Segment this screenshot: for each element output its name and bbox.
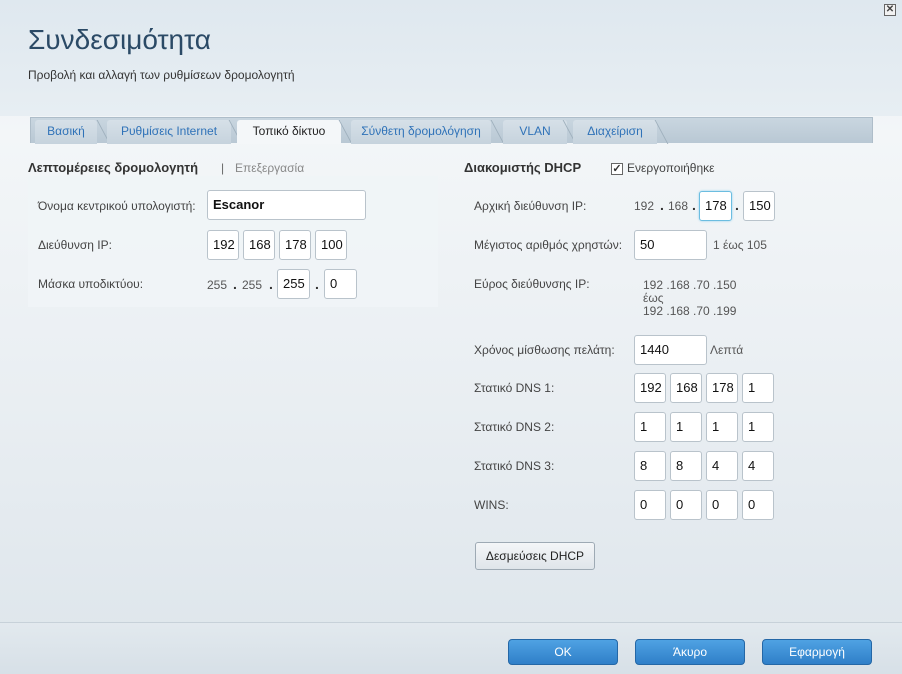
start-ip-octet-1: 192 bbox=[634, 199, 655, 213]
apply-button[interactable]: Εφαρμογή bbox=[762, 639, 872, 665]
close-icon[interactable]: ✕ bbox=[884, 4, 896, 16]
ip-range-label: Εύρος διεύθυνσης IP: bbox=[474, 277, 590, 291]
dns1-octet-4[interactable]: 1 bbox=[742, 373, 774, 403]
wins-octet-1[interactable]: 0 bbox=[634, 490, 666, 520]
dns2-octet-1[interactable]: 1 bbox=[634, 412, 666, 442]
dhcp-server-title: Διακομιστής DHCP bbox=[464, 160, 582, 175]
wins-octet-4[interactable]: 0 bbox=[742, 490, 774, 520]
wins-label: WINS: bbox=[474, 498, 509, 512]
hostname-label: Όνομα κεντρικού υπολογιστή: bbox=[38, 199, 196, 213]
max-users-range: 1 έως 105 bbox=[713, 238, 767, 252]
start-ip-octet-4[interactable]: 150 bbox=[743, 191, 775, 221]
mask-octet-2: 255 bbox=[242, 278, 263, 292]
ip-octet-1[interactable]: 192 bbox=[207, 230, 239, 260]
ip-address-label: Διεύθυνση IP: bbox=[38, 238, 112, 252]
header bbox=[0, 0, 902, 116]
dns2-label: Στατικό DNS 2: bbox=[474, 420, 555, 434]
edit-link[interactable]: Επεξεργασία bbox=[235, 161, 304, 175]
lease-time-unit: Λεπτά bbox=[710, 343, 744, 357]
dns1-label: Στατικό DNS 1: bbox=[474, 381, 555, 395]
dns3-label: Στατικό DNS 3: bbox=[474, 459, 555, 473]
page-subtitle: Προβολή και αλλαγή των ρυθμίσεων δρομολο… bbox=[28, 68, 295, 82]
title-separator: | bbox=[221, 161, 225, 175]
mask-octet-3[interactable]: 255 bbox=[277, 269, 310, 299]
start-ip-label: Αρχική διεύθυνση IP: bbox=[474, 199, 587, 213]
max-users-label: Μέγιστος αριθμός χρηστών: bbox=[474, 238, 623, 252]
dhcp-enabled-checkbox[interactable]: ✓ bbox=[611, 163, 623, 175]
dns1-octet-2[interactable]: 168 bbox=[670, 373, 702, 403]
ip-octet-2[interactable]: 168 bbox=[243, 230, 275, 260]
router-details-title: Λεπτομέρειες δρομολογητή bbox=[28, 160, 199, 175]
dns3-octet-4[interactable]: 4 bbox=[742, 451, 774, 481]
dot-separator: . bbox=[315, 276, 319, 292]
lease-time-label: Χρόνος μίσθωσης πελάτη: bbox=[474, 343, 615, 357]
ip-octet-3[interactable]: 178 bbox=[279, 230, 311, 260]
wins-octet-3[interactable]: 0 bbox=[706, 490, 738, 520]
ip-range-from: 192 .168 .70 .150 bbox=[643, 278, 737, 292]
ip-range-to: 192 .168 .70 .199 bbox=[643, 304, 737, 318]
dns2-octet-2[interactable]: 1 bbox=[670, 412, 702, 442]
tab-basic[interactable]: Βασική bbox=[35, 120, 97, 144]
tab-administration[interactable]: Διαχείριση bbox=[573, 120, 657, 144]
lease-time-input[interactable]: 1440 bbox=[634, 335, 707, 365]
tab-local-network[interactable]: Τοπικό δίκτυο bbox=[237, 120, 341, 144]
dot-separator: . bbox=[233, 276, 237, 292]
cancel-button[interactable]: Άκυρο bbox=[635, 639, 745, 665]
dhcp-reservations-button[interactable]: Δεσμεύσεις DHCP bbox=[475, 542, 595, 570]
tab-advanced-routing[interactable]: Σύνθετη δρομολόγηση bbox=[351, 120, 491, 144]
max-users-input[interactable]: 50 bbox=[634, 230, 707, 260]
start-ip-octet-3[interactable]: 178 bbox=[699, 191, 732, 221]
dot-separator: . bbox=[269, 276, 273, 292]
tab-internet-settings[interactable]: Ρυθμίσεις Internet bbox=[107, 120, 231, 144]
dns2-octet-4[interactable]: 1 bbox=[742, 412, 774, 442]
ip-octet-4[interactable]: 100 bbox=[315, 230, 347, 260]
page-title: Συνδεσιμότητα bbox=[28, 24, 211, 55]
tab-vlan[interactable]: VLAN bbox=[503, 120, 567, 144]
dot-separator: . bbox=[692, 197, 696, 213]
dns2-octet-3[interactable]: 1 bbox=[706, 412, 738, 442]
dot-separator: . bbox=[660, 197, 664, 213]
mask-octet-1: 255 bbox=[207, 278, 228, 292]
dns1-octet-1[interactable]: 192 bbox=[634, 373, 666, 403]
wins-octet-2[interactable]: 0 bbox=[670, 490, 702, 520]
dns3-octet-2[interactable]: 8 bbox=[670, 451, 702, 481]
tab-bar: Βασική Ρυθμίσεις Internet Τοπικό δίκτυο … bbox=[30, 117, 873, 144]
dns3-octet-3[interactable]: 4 bbox=[706, 451, 738, 481]
dot-separator: . bbox=[735, 197, 739, 213]
dns1-octet-3[interactable]: 178 bbox=[706, 373, 738, 403]
subnet-mask-label: Μάσκα υποδικτύου: bbox=[38, 277, 144, 291]
start-ip-octet-2: 168 bbox=[668, 199, 689, 213]
hostname-input[interactable]: Escanor bbox=[207, 190, 366, 220]
mask-octet-4[interactable]: 0 bbox=[324, 269, 357, 299]
ok-button[interactable]: OK bbox=[508, 639, 618, 665]
dhcp-enabled-label: Ενεργοποιήθηκε bbox=[627, 161, 715, 175]
ip-range-to-word: έως bbox=[643, 291, 664, 305]
dns3-octet-1[interactable]: 8 bbox=[634, 451, 666, 481]
